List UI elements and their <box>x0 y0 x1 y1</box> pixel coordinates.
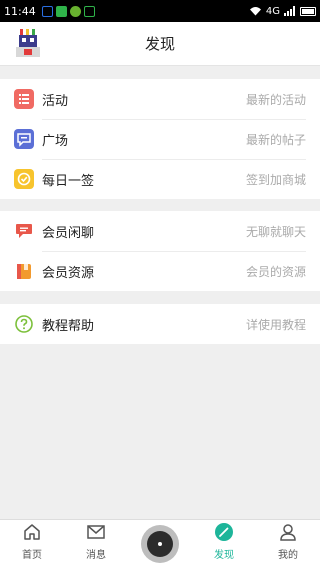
menu-item-label: 会员资源 <box>42 265 95 281</box>
tab-label: 我的 <box>278 550 298 561</box>
record-icon <box>147 531 173 557</box>
battery-icon <box>300 6 316 16</box>
user-icon <box>277 521 299 543</box>
app-header: 发现 <box>0 22 320 66</box>
help-icon <box>14 314 34 334</box>
menu-item-checkin[interactable]: 每日一签 签到加商城 <box>0 159 320 199</box>
wechat-icon <box>55 5 67 17</box>
tab-label: 发现 <box>214 550 234 561</box>
page-title: 发现 <box>144 35 175 53</box>
chat-square-icon <box>14 129 34 149</box>
status-time: 11:44 <box>4 4 36 18</box>
menu-group-1: 活动 最新的活动 广场 最新的帖子 每日一签 签到加商城 <box>0 79 320 199</box>
record-button[interactable] <box>141 525 179 563</box>
chat-bubble-icon <box>14 221 34 241</box>
avatar-icon[interactable] <box>14 29 42 59</box>
menu-item-resources[interactable]: 会员资源 会员的资源 <box>0 251 320 291</box>
tab-messages[interactable]: 消息 <box>64 520 128 565</box>
app-notification-icon <box>69 5 81 17</box>
menu-item-hint: 签到加商城 <box>245 172 306 187</box>
tab-label: 消息 <box>86 550 106 561</box>
tab-label: 首页 <box>22 550 42 561</box>
image-notification-icon <box>83 5 95 17</box>
list-icon <box>14 89 34 109</box>
tab-home[interactable]: 首页 <box>0 520 64 565</box>
menu-item-label: 会员闲聊 <box>42 225 95 241</box>
menu-group-3: 教程帮助 详使用教程 <box>0 304 320 344</box>
menu-item-chat[interactable]: 会员闲聊 无聊就聊天 <box>0 211 320 251</box>
menu-item-square[interactable]: 广场 最新的帖子 <box>0 119 320 159</box>
tab-discover[interactable]: 发现 <box>192 520 256 565</box>
menu-item-hint: 最新的帖子 <box>245 132 306 147</box>
menu-item-activity[interactable]: 活动 最新的活动 <box>0 79 320 119</box>
menu-item-label: 广场 <box>42 133 69 149</box>
status-bar: 11:44 4G <box>0 0 320 22</box>
menu-item-help[interactable]: 教程帮助 详使用教程 <box>0 304 320 344</box>
home-icon <box>21 521 43 543</box>
menu-item-label: 每日一签 <box>42 173 95 189</box>
discover-icon <box>213 521 235 543</box>
mail-icon <box>85 521 107 543</box>
network-type: 4G <box>265 5 280 17</box>
menu-item-label: 活动 <box>42 93 69 109</box>
wifi-icon <box>249 7 261 16</box>
checkin-icon <box>14 169 34 189</box>
menu-group-2: 会员闲聊 无聊就聊天 会员资源 会员的资源 <box>0 211 320 291</box>
menu-item-hint: 无聊就聊天 <box>245 224 306 239</box>
box-icon <box>14 261 34 281</box>
menu-item-label: 教程帮助 <box>42 318 95 334</box>
notification-icon <box>41 5 53 17</box>
menu-item-hint: 会员的资源 <box>245 264 306 279</box>
menu-item-hint: 最新的活动 <box>245 92 306 107</box>
tab-profile[interactable]: 我的 <box>256 520 320 565</box>
menu-item-hint: 详使用教程 <box>245 317 306 332</box>
signal-icon <box>284 6 295 16</box>
